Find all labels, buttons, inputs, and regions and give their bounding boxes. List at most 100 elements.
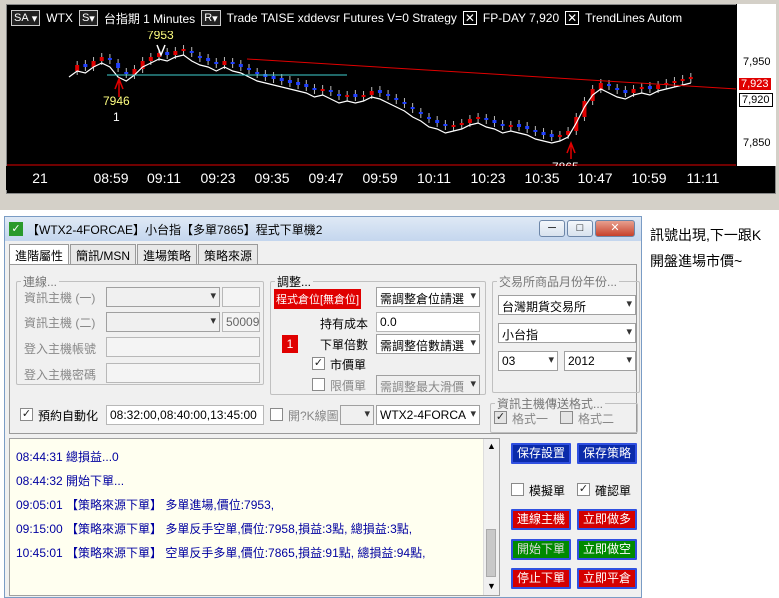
candle: [148, 57, 153, 61]
candle: [598, 83, 603, 89]
schedule-input[interactable]: 08:32:00,08:40:00,13:45:00: [106, 405, 264, 425]
product-select[interactable]: 小台指: [498, 323, 636, 343]
candle: [312, 88, 317, 90]
candle: [165, 52, 170, 55]
tab-entry-strategy[interactable]: 進場策略: [137, 244, 198, 264]
candle: [533, 130, 538, 132]
tab-strategy-source[interactable]: 策略來源: [198, 244, 259, 264]
start-order-button[interactable]: 開始下單: [511, 539, 571, 560]
cost-input[interactable]: 0.0: [376, 312, 480, 332]
side-note: 訊號出現,下一跟K 開盤進場市價~: [650, 222, 778, 274]
x-tick: 09:59: [362, 170, 398, 186]
candle: [427, 117, 431, 119]
maximize-button[interactable]: □: [567, 220, 593, 237]
sell-now-button[interactable]: 立即做空: [577, 539, 637, 560]
candle: [296, 82, 301, 85]
format1-checkbox[interactable]: [494, 411, 507, 424]
connect-host-button[interactable]: 連線主機: [511, 509, 571, 530]
x-tick: 09:11: [147, 170, 181, 186]
candle: [631, 89, 636, 93]
year-select[interactable]: 2012: [564, 351, 636, 371]
buy-now-button[interactable]: 立即做多: [577, 509, 637, 530]
save-strategy-button[interactable]: 保存策略: [577, 443, 637, 464]
candlestick-plot: 7953794617865: [7, 31, 737, 171]
multiplier-select[interactable]: 需調整倍數請選: [376, 334, 480, 354]
note-line-1: 訊號出現,下一跟K: [650, 227, 762, 243]
candle: [304, 84, 309, 87]
stop-order-button[interactable]: 停止下單: [511, 568, 571, 589]
candle: [484, 118, 489, 120]
strategy-select[interactable]: WTX2-4FORCA: [376, 405, 480, 425]
log-line: 09:05:01 【策略來源下單】 多單進場,價位:7953,: [16, 498, 275, 512]
scroll-up-icon[interactable]: ▲: [487, 441, 496, 451]
candle: [189, 51, 194, 53]
log-line: 09:15:00 【策略來源下單】 多單反手空單,價位:7958,損益:3點, …: [16, 522, 413, 536]
position-select[interactable]: 需調整倉位請選: [376, 287, 480, 307]
x-tick: 11:11: [686, 170, 720, 186]
log-scrollbar[interactable]: ▲ ▼: [483, 439, 499, 595]
simulate-checkbox[interactable]: [511, 483, 524, 496]
host1-label: 資訊主機 (一): [24, 291, 96, 305]
window-title: 【WTX2-4FORCAE】小台指【多單7865】程式下單機2: [27, 222, 323, 237]
confirm-checkbox[interactable]: [577, 483, 590, 496]
r-dropdown[interactable]: R ▾: [201, 10, 221, 26]
scroll-down-icon[interactable]: ▼: [487, 581, 496, 591]
candle: [345, 95, 350, 97]
slippage-select: 需調整最大滑價: [376, 375, 480, 395]
market-order-checkbox[interactable]: [312, 357, 325, 370]
candle: [197, 56, 202, 58]
host1-port: [222, 287, 260, 307]
scroll-thumb[interactable]: [486, 529, 496, 577]
s-dropdown[interactable]: S ▾: [78, 10, 98, 26]
candle: [541, 132, 546, 135]
k-chart-checkbox[interactable]: [270, 408, 283, 421]
candle: [369, 91, 374, 95]
tab-sms[interactable]: 簡訊/MSN: [70, 244, 137, 264]
exchange-select[interactable]: 台灣期貨交易所: [498, 295, 636, 315]
host2-label: 資訊主機 (二): [24, 316, 96, 330]
limit-order-checkbox[interactable]: [312, 378, 325, 391]
log-panel[interactable]: 08:44:31 總損益...0 08:44:32 開始下單... 09:05:…: [9, 438, 500, 596]
k-chart-select: [340, 405, 374, 425]
adjust-legend: 調整...: [277, 275, 312, 289]
tab-bar: 進階屬性 簡訊/MSN 進場策略 策略來源: [9, 244, 259, 265]
host1-select: [106, 287, 220, 307]
note-line-2: 開盤進場市價~: [650, 253, 743, 269]
close-button[interactable]: ✕: [595, 220, 635, 237]
candle: [386, 94, 391, 96]
candle: [271, 76, 276, 79]
candle: [377, 90, 382, 93]
close-trendlines-icon[interactable]: ✕: [565, 11, 580, 25]
flatten-now-button[interactable]: 立即平倉: [577, 568, 637, 589]
candle: [672, 81, 677, 83]
tab-advanced[interactable]: 進階屬性: [9, 244, 70, 265]
candle: [467, 119, 472, 123]
candle: [639, 87, 644, 89]
log-line: 08:44:31 總損益...0: [16, 450, 119, 464]
candle: [680, 79, 685, 81]
format2-label: 格式二: [578, 412, 615, 426]
period-label: 台指期 1 Minutes: [103, 11, 196, 26]
order-window: ✓ 【WTX2-4FORCAE】小台指【多單7865】程式下單機2 ─ □ ✕ …: [4, 216, 642, 598]
long-arrow-icon: [566, 140, 576, 159]
x-tick: 09:23: [200, 170, 236, 186]
schedule-checkbox[interactable]: [20, 408, 33, 421]
candle: [443, 124, 448, 126]
candle: [247, 68, 251, 70]
close-fp-day-icon[interactable]: ✕: [462, 11, 477, 25]
minimize-button[interactable]: ─: [539, 220, 565, 237]
format2-checkbox[interactable]: [560, 411, 573, 424]
candle: [656, 85, 661, 89]
candle: [607, 84, 611, 86]
market-order-label: 市價單: [330, 358, 367, 372]
month-select[interactable]: 03: [498, 351, 558, 371]
x-tick: 09:35: [254, 170, 290, 186]
candle: [459, 123, 464, 125]
candle: [320, 89, 325, 91]
price-flag-current: 7,920: [739, 93, 773, 107]
sa-dropdown[interactable]: SA ▾: [11, 10, 41, 26]
save-settings-button[interactable]: 保存設置: [511, 443, 571, 464]
multiplier-badge: 1: [282, 335, 298, 353]
candle: [492, 120, 497, 123]
candle: [230, 62, 235, 64]
